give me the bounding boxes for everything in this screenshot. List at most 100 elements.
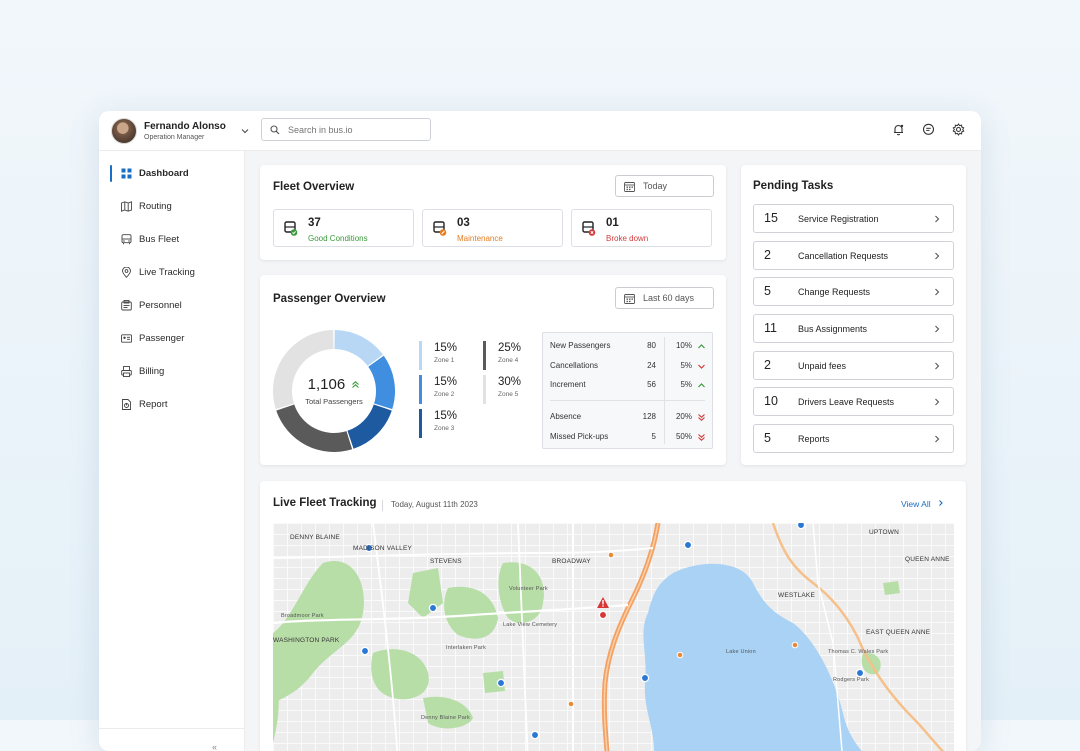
stat-label: Maintenance (457, 234, 503, 243)
zone-label: Zone 3 (434, 425, 455, 432)
task-count: 5 (764, 284, 771, 298)
passenger-date-filter[interactable]: Last 60 days (615, 287, 714, 309)
sidebar: Dashboard Routing Bus Fleet Live Trackin… (99, 151, 245, 751)
bus-icon (121, 234, 132, 245)
chevron-up-icon (698, 344, 705, 349)
map-background (273, 523, 954, 751)
task-count: 5 (764, 431, 771, 445)
chevron-right-icon (935, 362, 940, 370)
chat-icon[interactable] (922, 123, 935, 136)
task-unpaid-fees[interactable]: 2 Unpaid fees (753, 351, 954, 380)
zone-legend-1: 15% Zone 1 (419, 341, 457, 370)
sidebar-item-bus-fleet[interactable]: Bus Fleet (99, 223, 244, 256)
task-label: Reports (798, 434, 830, 444)
sidebar-item-routing[interactable]: Routing (99, 190, 244, 223)
view-all-link[interactable]: View All (901, 499, 945, 509)
zone-pct: 15% (434, 342, 458, 354)
sidebar-item-label: Live Tracking (139, 267, 195, 278)
task-change-requests[interactable]: 5 Change Requests (753, 277, 954, 306)
search-box[interactable] (261, 118, 431, 141)
fleet-date-label: Today (643, 181, 668, 191)
zone-pct: 15% (434, 410, 458, 422)
map-label: Lake Union (726, 649, 756, 655)
dashboard-icon (121, 168, 132, 179)
passenger-date-label: Last 60 days (643, 293, 695, 303)
stat-good-conditions[interactable]: 37 Good Conditions (273, 209, 414, 247)
chevron-right-icon (935, 398, 940, 406)
zone-legend-2: 15% Zone 2 (419, 375, 457, 404)
zone-label: Zone 5 (498, 391, 519, 398)
user-menu[interactable]: Fernando Alonso Operation Manager (111, 118, 250, 144)
sidebar-item-label: Billing (139, 366, 165, 377)
chevron-down-icon[interactable] (240, 126, 250, 136)
stat-maintenance[interactable]: 03 Maintenance (422, 209, 563, 247)
sidebar-item-live-tracking[interactable]: Live Tracking (99, 256, 244, 289)
map-label: Volunteer Park (509, 586, 548, 592)
total-passengers-value: 1,106 (305, 376, 363, 393)
donut-segment-zone-1 (334, 330, 383, 366)
billing-icon (121, 366, 132, 377)
sidebar-footer: « (99, 728, 244, 751)
table-row: Missed Pick-ups 5 50% (543, 430, 712, 444)
bell-icon[interactable] (892, 123, 905, 136)
user-name: Fernando Alonso (144, 120, 226, 132)
donut-segment-zone-3 (347, 404, 392, 449)
passenger-overview-title: Passenger Overview (273, 293, 386, 305)
sidebar-item-dashboard[interactable]: Dashboard (99, 157, 244, 190)
pending-tasks-card: Pending Tasks 15 Service Registration 2 … (741, 165, 966, 465)
sidebar-item-personnel[interactable]: Personnel (99, 289, 244, 322)
zone-label: Zone 1 (434, 357, 455, 364)
fleet-date-filter[interactable]: Today (615, 175, 714, 197)
map-label: Denny Blaine Park (421, 715, 470, 721)
zone-legend-4: 25% Zone 4 (483, 341, 521, 370)
sidebar-item-label: Personnel (139, 300, 182, 311)
task-label: Change Requests (798, 287, 871, 297)
sidebar-item-label: Passenger (139, 333, 185, 344)
collapse-sidebar-icon[interactable]: « (212, 742, 217, 751)
stat-label: Good Conditions (308, 234, 368, 243)
map-label: DENNY BLAINE (290, 534, 340, 541)
task-service-registration[interactable]: 15 Service Registration (753, 204, 954, 233)
table-row: Increment 56 5% (543, 378, 712, 392)
sidebar-item-passenger[interactable]: Passenger (99, 322, 244, 355)
chevron-right-icon (935, 435, 940, 443)
user-role: Operation Manager (144, 133, 205, 141)
task-cancellation-requests[interactable]: 2 Cancellation Requests (753, 241, 954, 270)
sidebar-item-label: Report (139, 399, 168, 410)
map-label: MADISON VALLEY (353, 545, 413, 552)
stat-label: Broke down (606, 234, 649, 243)
search-input[interactable] (286, 123, 420, 136)
stat-value: 01 (606, 217, 619, 229)
live-tracking-date: Today, August 11th 2023 (382, 500, 478, 511)
map-label: Lake View Cemetery (503, 622, 558, 628)
sidebar-item-report[interactable]: Report (99, 388, 244, 421)
live-fleet-tracking-card: Live Fleet Tracking Today, August 11th 2… (260, 481, 966, 751)
task-count: 10 (764, 394, 778, 408)
gear-icon[interactable] (952, 123, 965, 136)
task-bus-assignments[interactable]: 11 Bus Assignments (753, 314, 954, 343)
task-label: Drivers Leave Requests (798, 397, 895, 407)
stat-broke-down[interactable]: 01 Broke down (571, 209, 712, 247)
zone-label: Zone 4 (498, 357, 519, 364)
task-drivers-leave-requests[interactable]: 10 Drivers Leave Requests (753, 387, 954, 416)
passenger-overview-card: Passenger Overview Last 60 days 1,106 To… (260, 275, 726, 465)
sidebar-item-billing[interactable]: Billing (99, 355, 244, 388)
map-label: BROADWAY (552, 558, 591, 565)
chevron-right-icon (935, 215, 940, 223)
zone-pct: 30% (498, 376, 522, 388)
map-label: STEVENS (430, 558, 462, 565)
stat-value: 37 (308, 217, 321, 229)
table-row: New Passengers 80 10% (543, 339, 712, 353)
live-tracking-map[interactable]: DENNY BLAINE MADISON VALLEY STEVENS BROA… (273, 523, 954, 751)
map-label: Rodgers Park (833, 677, 870, 683)
report-icon (122, 399, 131, 410)
chevron-right-icon (935, 288, 940, 296)
top-bar: Fernando Alonso Operation Manager (99, 111, 981, 151)
map-label: UPTOWN (869, 529, 899, 536)
zone-pct: 15% (434, 376, 458, 388)
task-count: 2 (764, 248, 771, 262)
map-icon (121, 201, 132, 212)
bus-good-icon (284, 221, 298, 236)
task-reports[interactable]: 5 Reports (753, 424, 954, 453)
task-label: Service Registration (798, 214, 879, 224)
